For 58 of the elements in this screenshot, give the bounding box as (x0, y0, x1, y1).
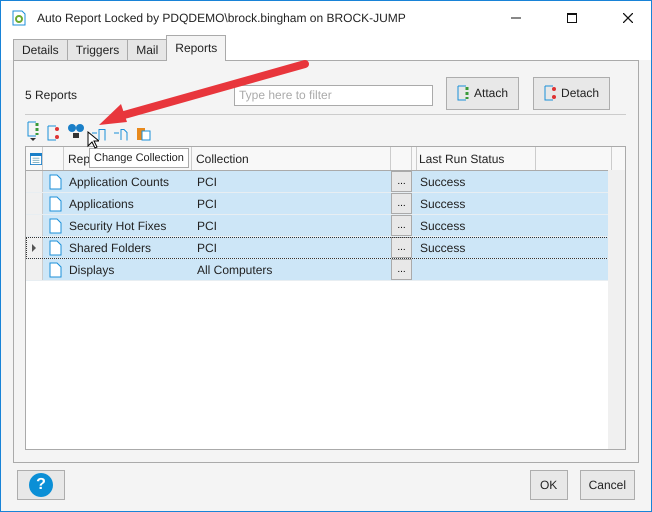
tab[interactable]: Mail (127, 39, 168, 60)
table-cell-text: Success (419, 240, 466, 256)
table-cell-text: Application Counts (68, 174, 170, 190)
tab[interactable]: Reports (166, 35, 226, 61)
document-icon (48, 218, 62, 234)
dialog-button[interactable]: OK (530, 470, 568, 500)
tooltip: Change Collection (89, 148, 189, 168)
document-icon (48, 196, 62, 212)
column-header[interactable]: Last Run Status (415, 147, 536, 170)
table-cell-text: PCI (196, 196, 218, 212)
table-cell-text: All Computers (196, 262, 274, 278)
table-row[interactable]: Displays All Computers ... (26, 259, 611, 281)
dialog-button[interactable]: Cancel (580, 470, 635, 500)
table-row[interactable]: Application Counts PCI ... Success (26, 171, 611, 193)
table-cell-text: PCI (196, 218, 218, 234)
document-icon (48, 174, 62, 190)
table-cell-text: Shared Folders (68, 240, 152, 256)
table-cell-text: Security Hot Fixes (68, 218, 168, 234)
table-cell-text: Success (419, 174, 466, 190)
table-cell-text: Applications (68, 196, 135, 212)
document-icon (48, 240, 62, 256)
move-down-icon[interactable] (113, 129, 129, 141)
window-title: Auto Report Locked by PDQDEMO\brock.bingham on BROCK-JUMP (37, 11, 407, 25)
detach-icon (544, 85, 558, 101)
tab[interactable]: Details (13, 39, 68, 60)
maximize-icon[interactable] (567, 13, 577, 23)
app-icon (11, 10, 27, 26)
row-pointer-icon (32, 244, 36, 252)
table-cell-text: PCI (196, 174, 218, 190)
table-cell-text: Success (419, 218, 466, 234)
clipboard-icon[interactable] (135, 125, 151, 141)
tab[interactable]: Triggers (66, 39, 128, 60)
table-row[interactable]: Shared Folders PCI ... Success (26, 237, 611, 259)
ellipsis-button[interactable]: ... (391, 193, 412, 214)
ellipsis-button[interactable]: ... (391, 215, 412, 236)
detach-icon[interactable] (47, 125, 61, 141)
document-icon (48, 262, 62, 278)
table-row[interactable]: Security Hot Fixes PCI ... Success (26, 215, 611, 237)
computers-icon[interactable] (67, 123, 85, 141)
close-icon[interactable] (623, 13, 633, 23)
help-button[interactable]: ? (17, 470, 65, 500)
scrollbar[interactable] (608, 170, 625, 449)
table-row[interactable]: Applications PCI ... Success (26, 193, 611, 215)
ellipsis-button[interactable]: ... (391, 259, 412, 280)
ellipsis-button[interactable]: ... (391, 237, 412, 258)
calendar-icon[interactable] (30, 152, 42, 166)
report-count: 5 Reports (25, 87, 78, 102)
detach-button[interactable]: Detach (533, 76, 610, 110)
attach-button[interactable]: Attach (446, 76, 520, 110)
table-cell-text: PCI (196, 240, 218, 256)
attach-icon[interactable] (27, 121, 41, 141)
filter-field[interactable]: Type here to filter (234, 84, 433, 106)
table-cell-text: Success (419, 196, 466, 212)
table-cell-text: Displays (68, 262, 116, 278)
ellipsis-button[interactable]: ... (391, 171, 412, 192)
move-up-icon[interactable] (91, 129, 107, 141)
attach-icon (457, 85, 471, 101)
column-header[interactable]: Collection (192, 147, 391, 170)
